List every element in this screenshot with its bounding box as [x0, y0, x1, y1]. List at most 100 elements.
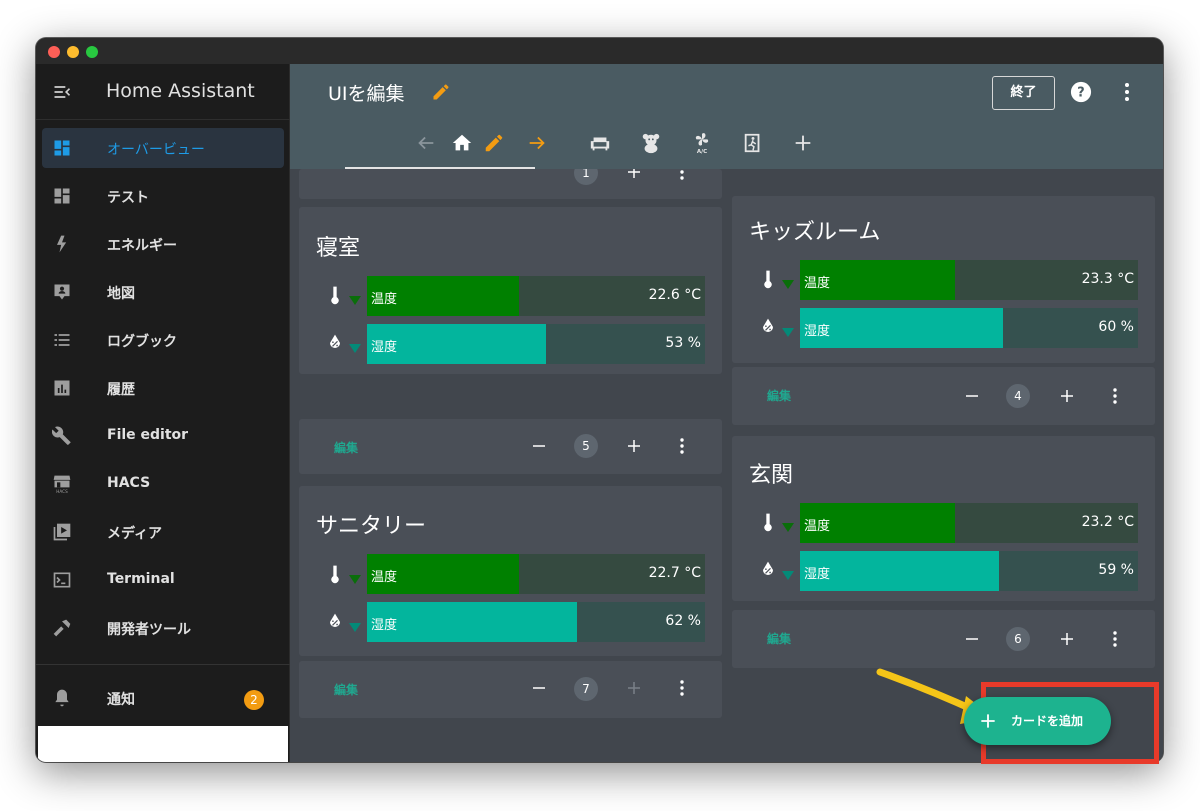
temp-value: 22.7 °C	[648, 565, 701, 581]
temp-indicator	[782, 523, 794, 532]
humidity-label: 湿度	[804, 324, 831, 339]
arrow-right-icon[interactable]	[526, 132, 548, 154]
sidebar-header: Home Assistant	[36, 64, 290, 120]
plus-icon[interactable]	[625, 169, 643, 181]
maximize-window-button[interactable]	[86, 46, 98, 58]
window-titlebar	[36, 38, 1163, 64]
plus-icon[interactable]	[1058, 630, 1076, 648]
position-badge: 7	[574, 677, 598, 701]
temp-value: 22.6 °C	[648, 287, 701, 303]
door-exit-icon[interactable]	[742, 132, 764, 154]
add-card-label: カードを追加	[1011, 714, 1084, 728]
minus-icon[interactable]	[530, 437, 548, 455]
sidebar-item-label: File editor	[107, 427, 189, 443]
kids-room-card-footer: 編集 4	[732, 367, 1155, 425]
position-badge: 6	[1006, 627, 1030, 651]
edit-link[interactable]: 編集	[767, 630, 791, 647]
minimize-window-button[interactable]	[67, 46, 79, 58]
minus-icon[interactable]	[530, 679, 548, 697]
add-card-button[interactable]: カードを追加	[964, 697, 1111, 745]
page-title: UIを編集	[328, 83, 405, 105]
more-vertical-icon[interactable]	[1110, 630, 1120, 648]
home-icon[interactable]	[451, 132, 473, 154]
edit-link[interactable]: 編集	[334, 681, 358, 698]
edit-link[interactable]: 編集	[334, 439, 358, 456]
humidity-value: 53 %	[665, 335, 701, 351]
view-tabs: A/C	[290, 124, 1163, 169]
air-conditioner-icon[interactable]: A/C	[691, 132, 713, 154]
plus-icon[interactable]	[1058, 387, 1076, 405]
sidebar-item-logbook[interactable]: ログブック	[42, 320, 284, 360]
notification-count-badge: 2	[244, 690, 264, 710]
menu-collapse-icon[interactable]	[52, 82, 72, 102]
teddy-bear-icon[interactable]	[640, 132, 662, 154]
close-window-button[interactable]	[48, 46, 60, 58]
humidity-value: 62 %	[665, 613, 701, 629]
plus-icon[interactable]	[625, 437, 643, 455]
thermometer-icon	[764, 513, 772, 532]
sidebar-item-file-editor[interactable]: File editor	[42, 416, 284, 456]
bell-icon	[55, 689, 69, 707]
pencil-icon[interactable]	[431, 82, 451, 102]
minus-icon[interactable]	[963, 387, 981, 405]
entrance-card[interactable]: 玄関 温度 23.2 °C 湿度 59 %	[732, 436, 1155, 601]
humidity-value: 60 %	[1098, 319, 1134, 335]
svg-text:?: ?	[1077, 86, 1084, 101]
view-dashboard-icon	[54, 140, 70, 156]
temp-indicator	[349, 296, 361, 305]
humidity-indicator	[349, 623, 361, 632]
sidebar-item-developer-tools[interactable]: 開発者ツール	[42, 608, 284, 648]
plus-icon	[981, 714, 995, 728]
minus-icon[interactable]	[963, 630, 981, 648]
thermometer-icon	[764, 270, 772, 289]
sidebar-item-label: 履歴	[107, 382, 135, 398]
done-button[interactable]: 終了	[992, 76, 1055, 110]
card-title: 玄関	[749, 463, 794, 488]
more-vertical-icon[interactable]	[1120, 81, 1134, 103]
humidity-label: 湿度	[371, 340, 398, 355]
sidebar-item-history[interactable]: 履歴	[42, 368, 284, 408]
temp-bar: 温度 22.6 °C	[367, 276, 705, 316]
sanitary-card[interactable]: サニタリー 温度 22.7 °C 湿度 62 %	[299, 486, 722, 656]
app-title: Home Assistant	[106, 80, 255, 102]
arrow-left-icon[interactable]	[415, 132, 437, 154]
console-icon	[53, 572, 71, 588]
kids-room-card[interactable]: キッズルーム 温度 23.3 °C 湿度 60 %	[732, 196, 1155, 363]
water-percent-icon	[763, 318, 773, 332]
thermometer-icon	[331, 565, 339, 584]
sidebar-item-energy[interactable]: エネルギー	[42, 224, 284, 264]
svg-text:HACS: HACS	[56, 489, 68, 494]
pencil-icon[interactable]	[483, 132, 505, 154]
position-badge: 4	[1006, 384, 1030, 408]
sidebar-item-label: Terminal	[107, 571, 175, 587]
plus-icon-disabled	[628, 682, 640, 694]
sidebar-item-hacs[interactable]: HACS HACS	[42, 464, 284, 504]
more-vertical-icon[interactable]	[677, 437, 687, 455]
sidebar-item-label: HACS	[107, 475, 151, 491]
play-box-icon	[53, 523, 71, 541]
sidebar-item-terminal[interactable]: Terminal	[42, 560, 284, 600]
water-percent-icon	[330, 334, 340, 348]
humidity-indicator	[349, 344, 361, 353]
temp-label: 温度	[371, 292, 398, 307]
help-circle-icon[interactable]: ?	[1070, 81, 1092, 103]
sidebar-item-media[interactable]: メディア	[42, 512, 284, 552]
sidebar-item-test[interactable]: テスト	[42, 176, 284, 216]
more-vertical-icon[interactable]	[1110, 387, 1120, 405]
main-area: UIを編集 終了 ? A/C 1 寝室 温度 22.6 °C 湿度 53 % 編…	[290, 64, 1163, 762]
bedroom-card[interactable]: 寝室 温度 22.6 °C 湿度 53 %	[299, 207, 722, 374]
humidity-indicator	[782, 571, 794, 580]
logbook-list-icon	[54, 334, 70, 346]
temp-value: 23.3 °C	[1081, 271, 1134, 287]
sidebar: Home Assistant オーバービュー テスト エネルギー 地図 ログブッ…	[36, 64, 290, 762]
more-vertical-icon[interactable]	[677, 679, 687, 697]
app-window: Home Assistant オーバービュー テスト エネルギー 地図 ログブッ…	[36, 38, 1163, 762]
humidity-label: 湿度	[804, 567, 831, 582]
plus-icon[interactable]	[792, 132, 814, 154]
sidebar-item-overview[interactable]: オーバービュー	[42, 128, 284, 168]
more-vertical-icon[interactable]	[677, 169, 687, 181]
sidebar-item-map[interactable]: 地図	[42, 272, 284, 312]
edit-link[interactable]: 編集	[767, 387, 791, 404]
sofa-icon[interactable]	[589, 132, 611, 154]
chart-box-icon	[54, 380, 70, 396]
